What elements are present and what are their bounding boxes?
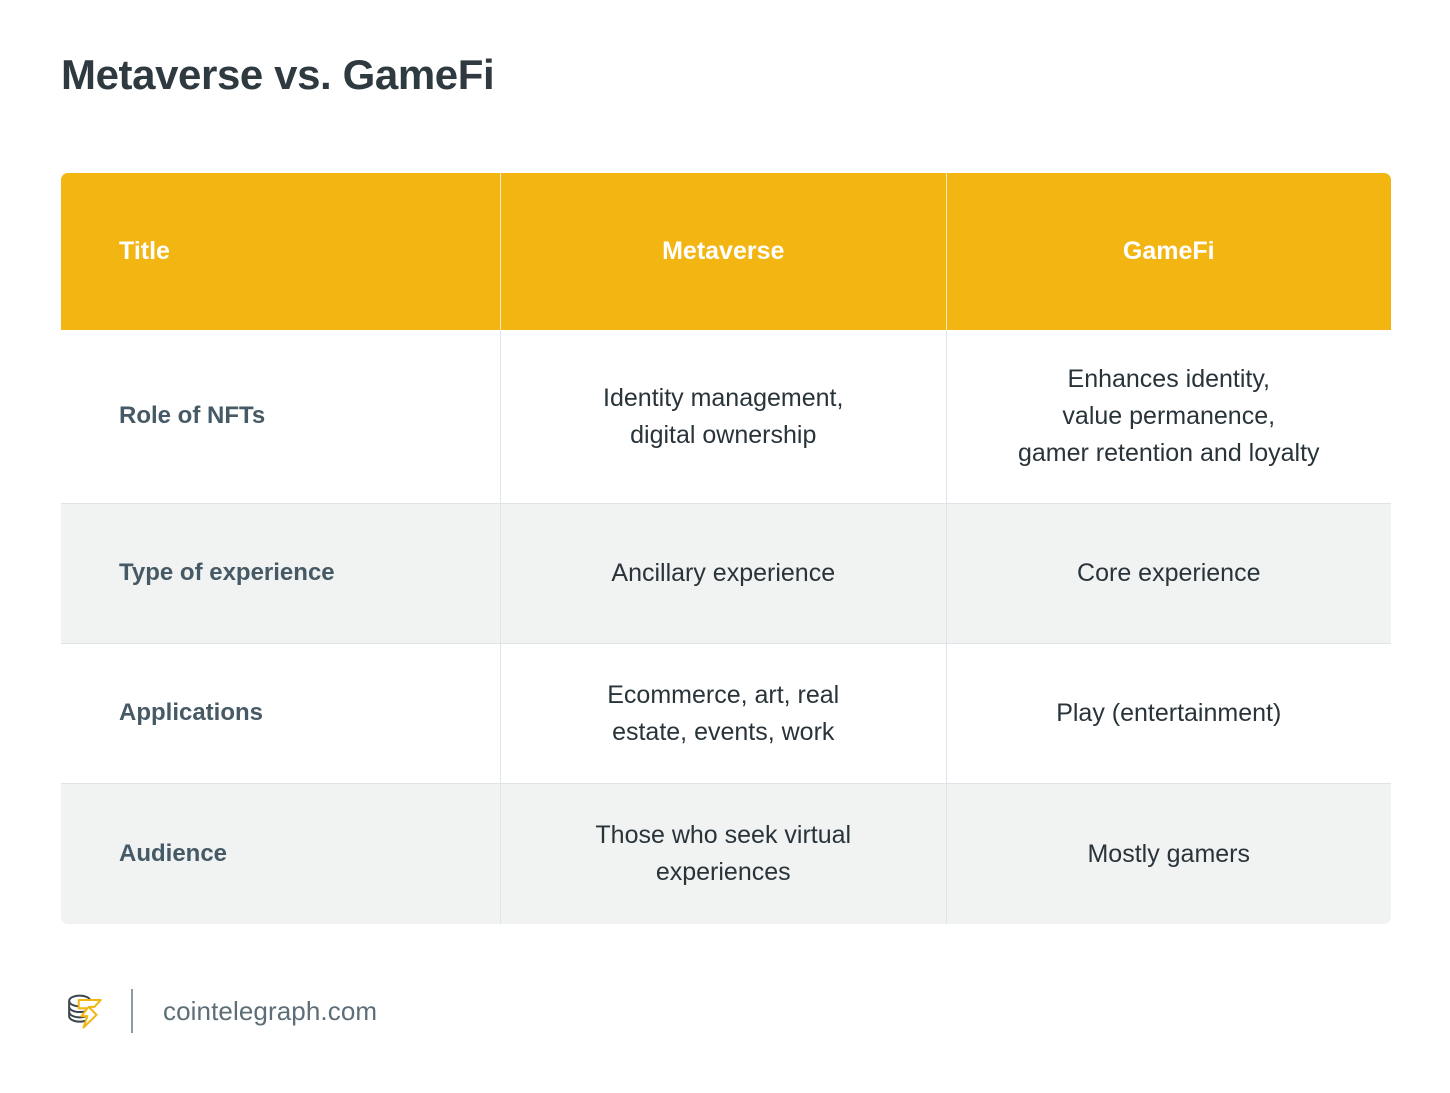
value-line: Identity management,	[603, 383, 844, 412]
row-label: Role of NFTs	[61, 330, 501, 503]
table-header-row: Title Metaverse GameFi	[61, 173, 1391, 330]
infographic-page: Metaverse vs. GameFi Title Metaverse Gam…	[0, 0, 1450, 1093]
row-label: Type of experience	[61, 504, 501, 643]
value-line: value permanence,	[1062, 402, 1276, 431]
value-line: experiences	[655, 858, 791, 886]
row-value-metaverse: Ecommerce, art, real estate, events, wor…	[501, 644, 947, 783]
row-value-metaverse: Identity management, digital ownership	[501, 330, 947, 503]
cointelegraph-logo-icon	[68, 994, 102, 1029]
value-line: estate, events, work	[612, 717, 835, 746]
row-value-metaverse: Those who seek virtual experiences	[501, 784, 947, 924]
value-line: Those who seek virtual	[595, 821, 852, 850]
row-value-metaverse: Ancillary experience	[501, 504, 947, 643]
footer-divider	[131, 989, 133, 1033]
table-row: Audience Those who seek virtual experien…	[61, 784, 1391, 924]
row-label: Applications	[61, 644, 501, 783]
footer: cointelegraph.com	[61, 978, 377, 1044]
row-value-gamefi: Play (entertainment)	[947, 644, 1392, 783]
column-header-title: Title	[61, 173, 501, 330]
value-line: Mostly gamers	[1087, 839, 1251, 868]
value-line: gamer retention and loyalty	[1017, 438, 1320, 467]
table-row: Applications Ecommerce, art, real estate…	[61, 644, 1391, 784]
value-line: digital ownership	[630, 420, 817, 449]
page-title: Metaverse vs. GameFi	[61, 51, 495, 98]
column-header-metaverse: Metaverse	[501, 173, 947, 330]
value-line: Ecommerce, art, real	[607, 680, 840, 709]
value-line: Core experience	[1077, 559, 1261, 588]
value-line: Ancillary experience	[611, 559, 836, 588]
value-line: Enhances identity,	[1067, 365, 1270, 394]
column-header-gamefi: GameFi	[1122, 237, 1215, 266]
table-row: Role of NFTs Identity management, digita…	[61, 330, 1391, 504]
row-value-gamefi: Core experience	[947, 504, 1392, 643]
row-label: Audience	[61, 784, 501, 924]
value-line: Play (entertainment)	[1056, 699, 1282, 728]
row-value-gamefi: Enhances identity, value permanence, gam…	[947, 330, 1392, 503]
table-row: Type of experience Ancillary experience …	[61, 504, 1391, 644]
footer-site-label: cointelegraph.com	[163, 995, 378, 1026]
comparison-table: Title Metaverse GameFi Role of NFTs Iden…	[61, 173, 1391, 924]
row-value-gamefi: Mostly gamers	[947, 784, 1392, 924]
